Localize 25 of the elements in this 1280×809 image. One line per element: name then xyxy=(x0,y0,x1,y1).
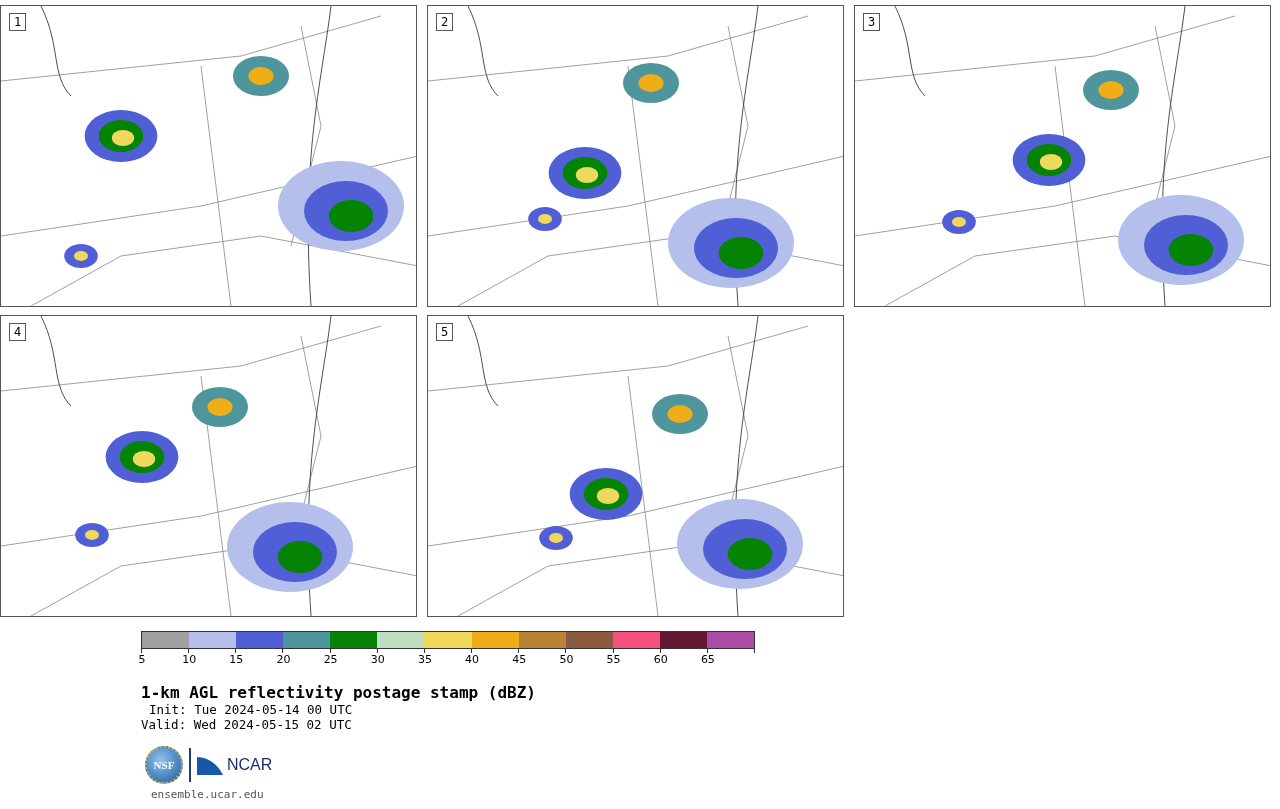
nsf-logo: NSF xyxy=(145,746,183,784)
tick-label: 5 xyxy=(138,653,146,666)
init-time: Init: Tue 2024-05-14 00 UTC xyxy=(148,702,354,717)
tick-label: 65 xyxy=(700,653,715,666)
panel-number: 4 xyxy=(9,323,27,341)
panel-number: 3 xyxy=(863,13,881,31)
valid-time: Valid: Wed 2024-05-15 02 UTC xyxy=(141,717,353,732)
panel-number: 1 xyxy=(9,13,27,31)
panel-number: 2 xyxy=(436,13,454,31)
chart-title: 1-km AGL reflectivity postage stamp (dBZ) xyxy=(141,683,537,702)
tick-label: 15 xyxy=(229,653,244,666)
tick-label: 45 xyxy=(512,653,527,666)
swoosh-icon xyxy=(197,755,223,775)
tick-label: 40 xyxy=(465,653,480,666)
tick-label: 20 xyxy=(276,653,291,666)
tick-label: 25 xyxy=(323,653,338,666)
site-address: ensemble.ucar.edu xyxy=(151,788,265,801)
ncar-logo: NCAR xyxy=(227,756,273,774)
tick-label: 35 xyxy=(417,653,432,666)
tick-label: 60 xyxy=(653,653,668,666)
panel-number: 5 xyxy=(436,323,454,341)
tick-label: 10 xyxy=(182,653,197,666)
tick-label: 30 xyxy=(370,653,385,666)
tick-label: 55 xyxy=(606,653,621,666)
tick-label: 50 xyxy=(559,653,574,666)
